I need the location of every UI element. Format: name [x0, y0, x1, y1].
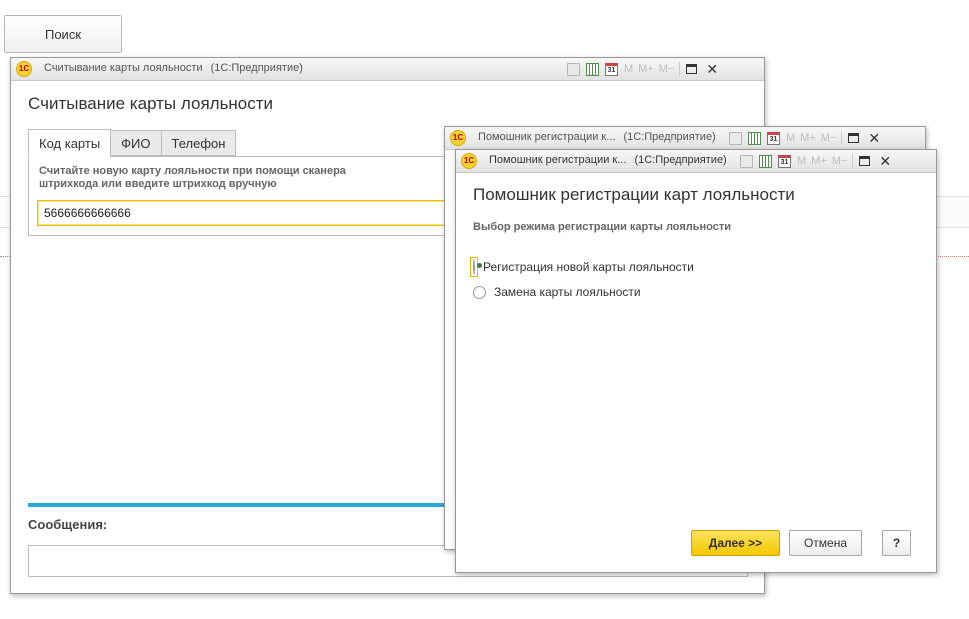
window-app-suffix: (1С:Предприятие) [634, 154, 727, 166]
memory-m-icon[interactable]: M [786, 132, 795, 144]
tab-phone[interactable]: Телефон [160, 130, 237, 156]
print-icon[interactable] [567, 62, 580, 76]
1c-logo-icon: 1С [461, 153, 477, 169]
messages-label: Сообщения: [28, 517, 108, 532]
next-button[interactable]: Далее >> [691, 530, 780, 556]
barcode-input[interactable]: 5666666666666 [37, 200, 452, 226]
print-icon[interactable] [740, 154, 753, 168]
cancel-button[interactable]: Отмена [789, 530, 862, 556]
wizard-window: 1С Помошник регистрации к... (1С:Предпри… [455, 149, 937, 573]
radio-checked-icon[interactable] [473, 259, 475, 275]
1c-logo-icon: 1С [16, 61, 32, 77]
page-title: Считывание карты лояльности [28, 94, 274, 113]
toolbar-separator [852, 154, 854, 168]
calendar-icon[interactable]: 31 [778, 154, 791, 168]
tab-card-code[interactable]: Код карты [28, 129, 112, 157]
scan-hint: Считайте новую карту лояльности при помо… [39, 165, 346, 190]
memory-plus-icon[interactable]: M+ [638, 63, 654, 75]
radio-unchecked-icon[interactable] [473, 285, 486, 299]
option-replace-card-label: Замена карты лояльности [494, 285, 641, 299]
tabs: Код карты ФИО Телефон [28, 129, 237, 157]
memory-m-icon[interactable]: M [624, 63, 633, 75]
window-title: Помошник регистрации к... [478, 131, 616, 143]
option-replace-card[interactable]: Замена карты лояльности [473, 285, 641, 299]
wizard-titlebar[interactable]: 1С Помошник регистрации к... (1С:Предпри… [456, 150, 936, 173]
wizard-title: Помошник регистрации карт лояльности [473, 185, 795, 204]
window-app-suffix: (1С:Предприятие) [210, 62, 303, 74]
window-title: Помошник регистрации к... [489, 154, 627, 166]
maximize-icon[interactable] [848, 133, 860, 143]
1c-logo-icon: 1С [450, 130, 466, 146]
window-title: Считывание карты лояльности [44, 62, 203, 74]
toolbar-separator [679, 62, 681, 76]
toolbar-separator [841, 131, 843, 145]
memory-plus-icon[interactable]: M+ [800, 132, 816, 144]
calendar-icon[interactable]: 31 [767, 131, 780, 145]
option-new-card-label: Регистрация новой карты лояльности [483, 260, 694, 274]
calculator-icon[interactable] [586, 62, 599, 76]
close-icon[interactable]: ✕ [706, 62, 718, 76]
option-new-card[interactable]: Регистрация новой карты лояльности [470, 257, 694, 277]
loyalty-window-titlebar[interactable]: 1С Считывание карты лояльности (1С:Предп… [11, 58, 764, 81]
calculator-icon[interactable] [748, 131, 761, 145]
back-wizard-titlebar[interactable]: 1С Помошник регистрации к... (1С:Предпри… [445, 127, 925, 150]
maximize-icon[interactable] [859, 156, 871, 166]
tab-full-name[interactable]: ФИО [110, 130, 162, 156]
memory-m-icon[interactable]: M [797, 155, 806, 167]
help-button[interactable]: ? [882, 530, 911, 556]
calendar-icon[interactable]: 31 [605, 62, 618, 76]
window-app-suffix: (1С:Предприятие) [623, 131, 716, 143]
progress-divider [28, 503, 453, 507]
memory-minus-icon[interactable]: M− [832, 155, 848, 167]
memory-minus-icon[interactable]: M− [659, 63, 675, 75]
calculator-icon[interactable] [759, 154, 772, 168]
memory-minus-icon[interactable]: M− [821, 132, 837, 144]
memory-plus-icon[interactable]: M+ [811, 155, 827, 167]
print-icon[interactable] [729, 131, 742, 145]
wizard-subtitle: Выбор режима регистрации карты лояльност… [473, 221, 732, 233]
search-button[interactable]: Поиск [4, 15, 122, 53]
close-icon[interactable]: ✕ [868, 131, 880, 145]
close-icon[interactable]: ✕ [879, 154, 891, 168]
maximize-icon[interactable] [686, 64, 698, 74]
